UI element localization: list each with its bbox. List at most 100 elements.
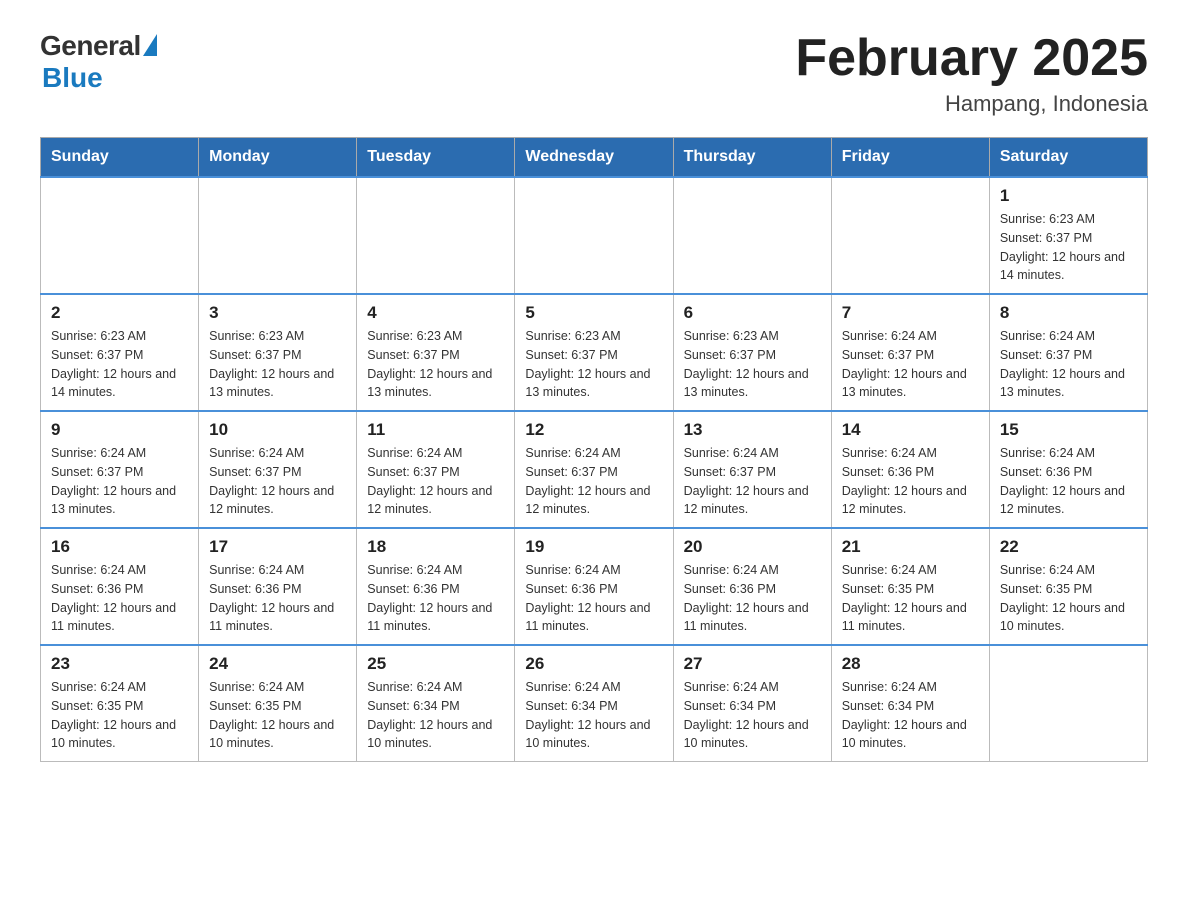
calendar-cell-2-7: 8 Sunrise: 6:24 AMSunset: 6:37 PMDaylight…	[989, 294, 1147, 411]
day-number: 12	[525, 420, 662, 440]
day-info: Sunrise: 6:24 AMSunset: 6:37 PMDaylight:…	[684, 444, 821, 519]
day-info: Sunrise: 6:24 AMSunset: 6:37 PMDaylight:…	[367, 444, 504, 519]
day-info: Sunrise: 6:24 AMSunset: 6:37 PMDaylight:…	[525, 444, 662, 519]
day-number: 9	[51, 420, 188, 440]
day-info: Sunrise: 6:24 AMSunset: 6:36 PMDaylight:…	[1000, 444, 1137, 519]
calendar-cell-2-3: 4Sunrise: 6:23 AMSunset: 6:37 PMDaylight…	[357, 294, 515, 411]
calendar-cell-1-4	[515, 177, 673, 294]
calendar-cell-2-2: 3 Sunrise: 6:23 AMSunset: 6:37 PMDaylight…	[199, 294, 357, 411]
day-info: Sunrise: 6:24 AMSunset: 6:37 PMDaylight:…	[1000, 327, 1137, 402]
day-number: 20	[684, 537, 821, 557]
day-info: Sunrise: 6:24 AMSunset: 6:36 PMDaylight:…	[51, 561, 188, 636]
day-info: Sunrise: 6:24 AMSunset: 6:34 PMDaylight:…	[525, 678, 662, 753]
week-row-2: 2Sunrise: 6:23 AMSunset: 6:37 PMDaylight…	[41, 294, 1148, 411]
day-number: 18	[367, 537, 504, 557]
day-number: 14	[842, 420, 979, 440]
col-friday: Friday	[831, 138, 989, 178]
day-info: Sunrise: 6:24 AMSunset: 6:37 PMDaylight:…	[51, 444, 188, 519]
day-info: Sunrise: 6:24 AMSunset: 6:37 PMDaylight:…	[842, 327, 979, 402]
calendar-cell-2-5: 6 Sunrise: 6:23 AMSunset: 6:37 PMDaylight…	[673, 294, 831, 411]
calendar-cell-1-2	[199, 177, 357, 294]
day-info: Sunrise: 6:23 AMSunset: 6:37 PMDaylight:…	[209, 327, 346, 402]
logo-blue-text: Blue	[42, 62, 103, 94]
calendar-cell-5-6: 28 Sunrise: 6:24 AMSunset: 6:34 PMDayligh…	[831, 645, 989, 762]
calendar-cell-5-1: 23 Sunrise: 6:24 AMSunset: 6:35 PMDayligh…	[41, 645, 199, 762]
day-info: Sunrise: 6:24 AMSunset: 6:35 PMDaylight:…	[842, 561, 979, 636]
day-number: 21	[842, 537, 979, 557]
col-saturday: Saturday	[989, 138, 1147, 178]
calendar-cell-3-1: 9 Sunrise: 6:24 AMSunset: 6:37 PMDaylight…	[41, 411, 199, 528]
day-number: 7	[842, 303, 979, 323]
calendar-cell-5-3: 25 Sunrise: 6:24 AMSunset: 6:34 PMDayligh…	[357, 645, 515, 762]
week-row-5: 23 Sunrise: 6:24 AMSunset: 6:35 PMDayligh…	[41, 645, 1148, 762]
page-header: General Blue February 2025 Hampang, Indo…	[40, 30, 1148, 117]
calendar-cell-5-7	[989, 645, 1147, 762]
day-info: Sunrise: 6:24 AMSunset: 6:35 PMDaylight:…	[209, 678, 346, 753]
week-row-3: 9 Sunrise: 6:24 AMSunset: 6:37 PMDaylight…	[41, 411, 1148, 528]
day-info: Sunrise: 6:23 AMSunset: 6:37 PMDaylight:…	[1000, 210, 1137, 285]
day-number: 4	[367, 303, 504, 323]
day-info: Sunrise: 6:24 AMSunset: 6:37 PMDaylight:…	[209, 444, 346, 519]
calendar-cell-1-1	[41, 177, 199, 294]
calendar-cell-4-6: 21 Sunrise: 6:24 AMSunset: 6:35 PMDayligh…	[831, 528, 989, 645]
day-number: 23	[51, 654, 188, 674]
calendar-cell-4-4: 19 Sunrise: 6:24 AMSunset: 6:36 PMDayligh…	[515, 528, 673, 645]
calendar-body: 1 Sunrise: 6:23 AMSunset: 6:37 PMDaylight…	[41, 177, 1148, 762]
day-info: Sunrise: 6:24 AMSunset: 6:36 PMDaylight:…	[842, 444, 979, 519]
calendar-cell-1-5	[673, 177, 831, 294]
day-info: Sunrise: 6:24 AMSunset: 6:34 PMDaylight:…	[842, 678, 979, 753]
calendar-cell-4-7: 22 Sunrise: 6:24 AMSunset: 6:35 PMDayligh…	[989, 528, 1147, 645]
day-number: 6	[684, 303, 821, 323]
calendar-cell-4-2: 17 Sunrise: 6:24 AMSunset: 6:36 PMDayligh…	[199, 528, 357, 645]
day-info: Sunrise: 6:24 AMSunset: 6:36 PMDaylight:…	[684, 561, 821, 636]
day-info: Sunrise: 6:24 AMSunset: 6:35 PMDaylight:…	[51, 678, 188, 753]
day-number: 8	[1000, 303, 1137, 323]
day-info: Sunrise: 6:23 AMSunset: 6:37 PMDaylight:…	[525, 327, 662, 402]
calendar-cell-3-2: 10 Sunrise: 6:24 AMSunset: 6:37 PMDayligh…	[199, 411, 357, 528]
calendar-cell-3-4: 12 Sunrise: 6:24 AMSunset: 6:37 PMDayligh…	[515, 411, 673, 528]
calendar-cell-1-6	[831, 177, 989, 294]
day-info: Sunrise: 6:23 AMSunset: 6:37 PMDaylight:…	[51, 327, 188, 402]
calendar-table: Sunday Monday Tuesday Wednesday Thursday…	[40, 137, 1148, 762]
col-monday: Monday	[199, 138, 357, 178]
logo-triangle-icon	[143, 34, 157, 56]
logo-general-text: General	[40, 30, 141, 62]
day-number: 1	[1000, 186, 1137, 206]
logo: General Blue	[40, 30, 157, 94]
title-section: February 2025 Hampang, Indonesia	[795, 30, 1148, 117]
calendar-cell-3-6: 14 Sunrise: 6:24 AMSunset: 6:36 PMDayligh…	[831, 411, 989, 528]
day-info: Sunrise: 6:24 AMSunset: 6:36 PMDaylight:…	[209, 561, 346, 636]
day-number: 3	[209, 303, 346, 323]
day-info: Sunrise: 6:24 AMSunset: 6:34 PMDaylight:…	[684, 678, 821, 753]
day-number: 22	[1000, 537, 1137, 557]
calendar-cell-2-4: 5Sunrise: 6:23 AMSunset: 6:37 PMDaylight…	[515, 294, 673, 411]
calendar-cell-4-3: 18Sunrise: 6:24 AMSunset: 6:36 PMDayligh…	[357, 528, 515, 645]
day-number: 11	[367, 420, 504, 440]
day-info: Sunrise: 6:24 AMSunset: 6:36 PMDaylight:…	[525, 561, 662, 636]
calendar-cell-5-4: 26 Sunrise: 6:24 AMSunset: 6:34 PMDayligh…	[515, 645, 673, 762]
day-info: Sunrise: 6:24 AMSunset: 6:35 PMDaylight:…	[1000, 561, 1137, 636]
calendar-cell-5-2: 24 Sunrise: 6:24 AMSunset: 6:35 PMDayligh…	[199, 645, 357, 762]
calendar-header-row: Sunday Monday Tuesday Wednesday Thursday…	[41, 138, 1148, 178]
calendar-cell-2-1: 2Sunrise: 6:23 AMSunset: 6:37 PMDaylight…	[41, 294, 199, 411]
day-number: 24	[209, 654, 346, 674]
calendar-cell-3-5: 13Sunrise: 6:24 AMSunset: 6:37 PMDayligh…	[673, 411, 831, 528]
calendar-cell-4-5: 20 Sunrise: 6:24 AMSunset: 6:36 PMDayligh…	[673, 528, 831, 645]
col-tuesday: Tuesday	[357, 138, 515, 178]
day-number: 27	[684, 654, 821, 674]
col-sunday: Sunday	[41, 138, 199, 178]
day-number: 10	[209, 420, 346, 440]
location-label: Hampang, Indonesia	[795, 91, 1148, 117]
day-number: 25	[367, 654, 504, 674]
day-number: 28	[842, 654, 979, 674]
month-title: February 2025	[795, 30, 1148, 87]
day-info: Sunrise: 6:23 AMSunset: 6:37 PMDaylight:…	[684, 327, 821, 402]
day-info: Sunrise: 6:24 AMSunset: 6:34 PMDaylight:…	[367, 678, 504, 753]
calendar-cell-2-6: 7 Sunrise: 6:24 AMSunset: 6:37 PMDaylight…	[831, 294, 989, 411]
col-thursday: Thursday	[673, 138, 831, 178]
day-number: 17	[209, 537, 346, 557]
day-number: 26	[525, 654, 662, 674]
calendar-cell-1-3	[357, 177, 515, 294]
day-number: 19	[525, 537, 662, 557]
week-row-4: 16Sunrise: 6:24 AMSunset: 6:36 PMDayligh…	[41, 528, 1148, 645]
